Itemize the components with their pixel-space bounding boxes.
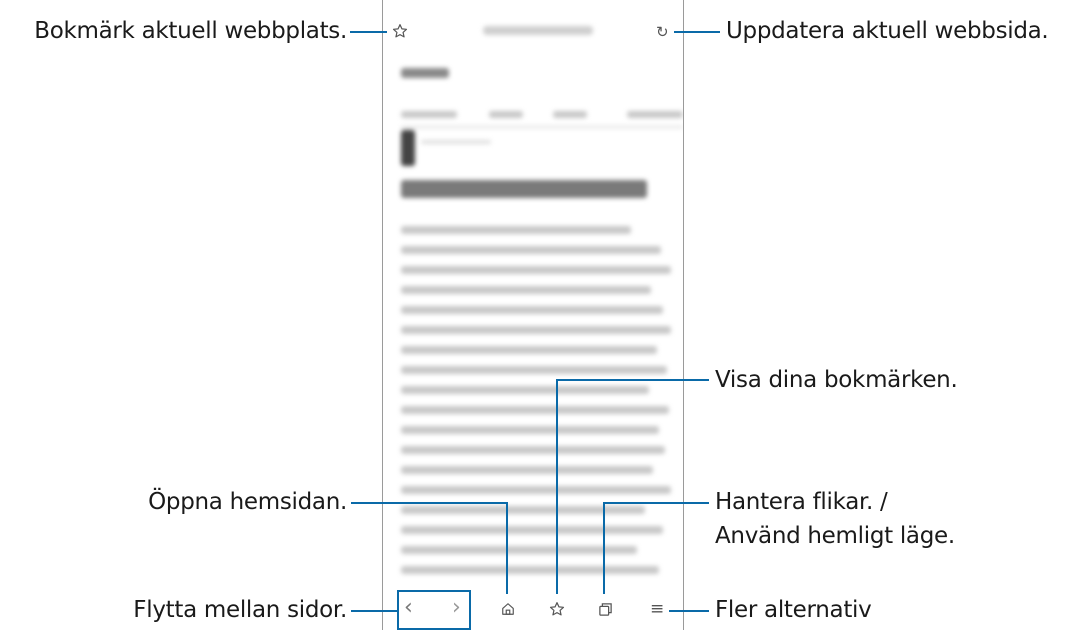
callout-line-bookmarks	[557, 379, 709, 381]
bookmarks-icon[interactable]	[549, 601, 565, 617]
callout-show-bookmarks: Visa dina bokmärken.	[715, 367, 958, 393]
callout-vline-home	[506, 502, 508, 594]
callout-more-options: Fler alternativ	[715, 597, 872, 623]
browser-screen	[382, 0, 684, 630]
callout-line-nav	[351, 610, 397, 612]
callout-bookmark-site: Bokmärk aktuell webbplats.	[34, 18, 347, 44]
callout-line-tabs	[604, 502, 709, 504]
callout-manage-tabs-2: Använd hemligt läge.	[715, 523, 955, 549]
callout-vline-bookmarks	[556, 379, 558, 594]
callout-vline-tabs	[603, 502, 605, 594]
callout-refresh-page: Uppdatera aktuell webbsida.	[726, 18, 1049, 44]
tabs-icon[interactable]	[598, 602, 613, 617]
callout-line-menu	[669, 610, 709, 612]
navigation-highlight-box	[397, 590, 471, 630]
star-outline-icon[interactable]	[392, 23, 408, 39]
callout-line-home	[351, 502, 508, 504]
address-bar	[483, 26, 593, 35]
callout-manage-tabs-1: Hantera flikar. /	[715, 489, 888, 515]
callout-move-between-pages: Flytta mellan sidor.	[133, 597, 347, 623]
callout-line-bookmark	[350, 31, 387, 33]
refresh-icon[interactable]: ↻	[656, 24, 669, 40]
callout-open-home: Öppna hemsidan.	[148, 489, 347, 515]
callout-line-refresh	[674, 31, 720, 33]
blurred-page-content	[383, 0, 683, 630]
menu-icon[interactable]: ≡	[650, 601, 664, 618]
home-icon[interactable]	[501, 602, 515, 616]
